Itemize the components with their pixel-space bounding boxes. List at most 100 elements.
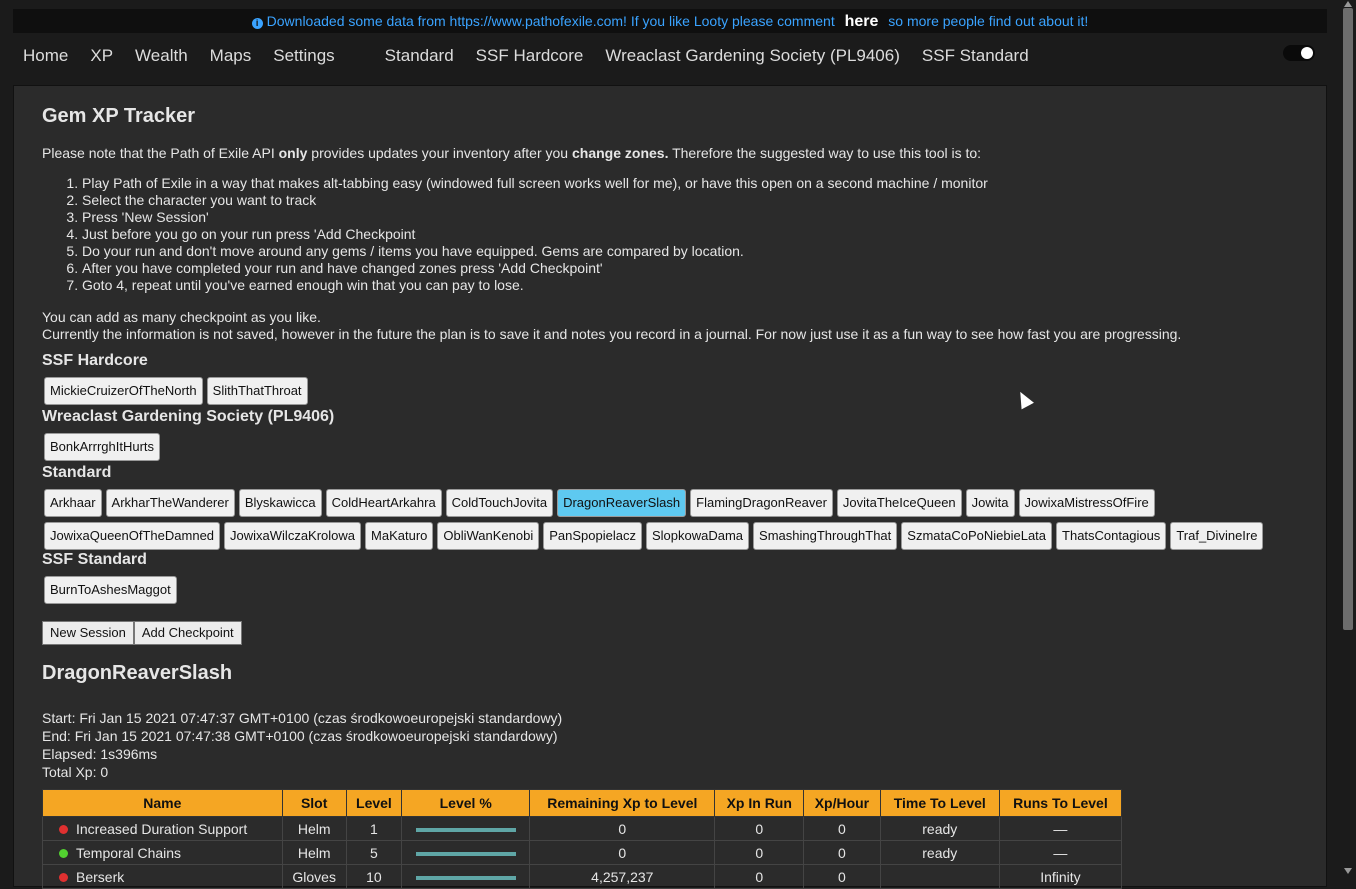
step-item: Do your run and don't move around any ge… [82, 243, 988, 260]
step-item: After you have completed your run and ha… [82, 260, 988, 277]
character-button[interactable]: BurnToAshesMaggot [44, 576, 177, 604]
character-button[interactable]: ArkharTheWanderer [105, 489, 235, 517]
character-button[interactable]: DragonReaverSlash [557, 489, 687, 517]
add-checkpoint-button[interactable]: Add Checkpoint [133, 621, 242, 645]
character-button[interactable]: MickieCruizerOfTheNorth [44, 377, 203, 405]
xp-in-run: 0 [714, 816, 805, 841]
scroll-down-arrow-icon[interactable] [1344, 868, 1352, 874]
table-row: Increased Duration Support Helm 1 0 0 0 ready — [42, 816, 1123, 841]
nav-wealth[interactable]: Wealth [135, 46, 188, 66]
character-button[interactable]: JowixaMistressOfFire [1018, 489, 1155, 517]
column-header[interactable]: Name [42, 789, 283, 817]
character-button[interactable]: SmashingThroughThat [753, 522, 898, 550]
status-dot-icon [59, 824, 68, 834]
character-button[interactable]: Traf_DivineIre [1170, 522, 1264, 550]
theme-toggle[interactable] [1283, 45, 1315, 61]
character-list: BonkArrrghItHurts [44, 433, 1304, 466]
session-start: Start: Fri Jan 15 2021 07:47:37 GMT+0100… [42, 710, 563, 726]
session-actions: New Session Add Checkpoint [42, 621, 242, 645]
table-row: Berserk Gloves 10 4,257,237 0 0 Infinity [42, 864, 1123, 889]
character-button[interactable]: JowixaQueenOfTheDamned [44, 522, 221, 550]
level-progress-bar [415, 827, 516, 832]
character-button[interactable]: ColdHeartArkahra [325, 489, 442, 517]
league-title: Wreaclast Gardening Society (PL9406) [42, 408, 335, 425]
scroll-thumb[interactable] [1343, 8, 1353, 630]
new-session-button[interactable]: New Session [42, 621, 134, 645]
gem-slot: Helm [281, 840, 347, 865]
nav-settings[interactable]: Settings [273, 46, 334, 66]
note-text: Therefore the suggested way to use this … [668, 145, 982, 161]
info-banner: i Downloaded some data from https://www.p… [13, 9, 1327, 33]
time-to-level: ready [879, 840, 1000, 865]
character-button[interactable]: SlopkowaDama [645, 522, 750, 550]
gem-name-cell: Berserk [42, 864, 283, 889]
status-dot-icon [59, 872, 68, 882]
note-text: Please note that the Path of Exile API [42, 145, 279, 161]
gem-slot: Helm [281, 816, 347, 841]
character-button[interactable]: JovitaTheIceQueen [836, 489, 962, 517]
scrollbar[interactable] [1340, 0, 1356, 876]
character-list: MickieCruizerOfTheNorth SlithThatThroat [44, 377, 1304, 410]
column-header[interactable]: Xp/Hour [803, 789, 881, 817]
character-list: BurnToAshesMaggot [44, 576, 1304, 609]
nav-league-link[interactable]: Standard [385, 46, 454, 66]
nav-league-link[interactable]: Wreaclast Gardening Society (PL9406) [605, 46, 900, 66]
step-item: Press 'New Session' [82, 209, 988, 226]
nav-maps[interactable]: Maps [210, 46, 252, 66]
xp-per-hour: 0 [803, 816, 881, 841]
nav-league-link[interactable]: SSF Hardcore [476, 46, 584, 66]
character-button[interactable]: ObliWanKenobi [437, 522, 540, 550]
level-progress-bar [415, 851, 516, 856]
session-elapsed: Elapsed: 1s396ms [42, 746, 158, 762]
character-button[interactable]: ThatsContagious [1056, 522, 1167, 550]
top-nav: Home XP Wealth Maps Settings Standard SSF Har… [13, 36, 1327, 76]
character-list: Arkhaar ArkharTheWanderer Blyskawicca ColdH… [44, 489, 1304, 555]
league-title: SSF Hardcore [42, 352, 148, 369]
level-progress-cell [401, 816, 531, 841]
character-button[interactable]: SlithThatThroat [206, 377, 308, 405]
character-button[interactable]: MaKaturo [365, 522, 434, 550]
session-info: Start: Fri Jan 15 2021 07:47:37 GMT+0100… [42, 709, 562, 781]
gem-name-cell: Temporal Chains [42, 840, 283, 865]
note-bold: only [278, 145, 308, 161]
runs-to-level: — [998, 816, 1123, 841]
character-button[interactable]: JowixaWilczaKrolowa [224, 522, 362, 550]
banner-text: Downloaded some data from https://www.pa… [266, 13, 835, 29]
xp-per-hour: 0 [803, 840, 881, 865]
gem-name: Berserk [76, 868, 125, 885]
level-progress-cell [401, 864, 531, 889]
xp-in-run: 0 [714, 840, 805, 865]
remaining-xp: 4,257,237 [529, 864, 716, 889]
remaining-xp: 0 [529, 840, 716, 865]
save-note: Currently the information is not saved, … [42, 326, 1182, 342]
column-header[interactable]: Remaining Xp to Level [529, 789, 716, 817]
banner-here-link[interactable]: here [845, 13, 879, 30]
nav-xp[interactable]: XP [90, 46, 113, 66]
nav-league-link[interactable]: SSF Standard [922, 46, 1029, 66]
column-header[interactable]: Level [345, 789, 403, 817]
character-button[interactable]: Jowita [965, 489, 1015, 517]
character-button[interactable]: FlamingDragonReaver [690, 489, 833, 517]
column-header[interactable]: Time To Level [879, 789, 1000, 817]
intro-note: Please note that the Path of Exile API o… [42, 145, 981, 161]
gem-slot: Gloves [281, 864, 347, 889]
column-header[interactable]: Slot [281, 789, 347, 817]
gem-level: 5 [345, 840, 403, 865]
column-header[interactable]: Level % [401, 789, 531, 817]
session-end: End: Fri Jan 15 2021 07:47:38 GMT+0100 (… [42, 728, 558, 744]
character-button[interactable]: Blyskawicca [238, 489, 322, 517]
league-title: Standard [42, 464, 112, 481]
column-header[interactable]: Xp In Run [714, 789, 805, 817]
character-button[interactable]: BonkArrrghItHurts [44, 433, 161, 461]
character-button[interactable]: SzmataCoPoNiebieLata [901, 522, 1053, 550]
scroll-up-arrow-icon[interactable] [1344, 1, 1352, 7]
gem-name: Temporal Chains [76, 844, 182, 861]
character-button[interactable]: Arkhaar [44, 489, 102, 517]
character-button[interactable]: ColdTouchJovita [445, 489, 554, 517]
page-title: Gem XP Tracker [42, 105, 196, 127]
character-button[interactable]: PanSpopielacz [543, 522, 642, 550]
column-header[interactable]: Runs To Level [998, 789, 1123, 817]
gem-table: Name Slot Level Level % Remaining Xp to Leve… [42, 789, 1123, 889]
nav-home[interactable]: Home [23, 46, 68, 66]
xp-per-hour: 0 [803, 864, 881, 889]
